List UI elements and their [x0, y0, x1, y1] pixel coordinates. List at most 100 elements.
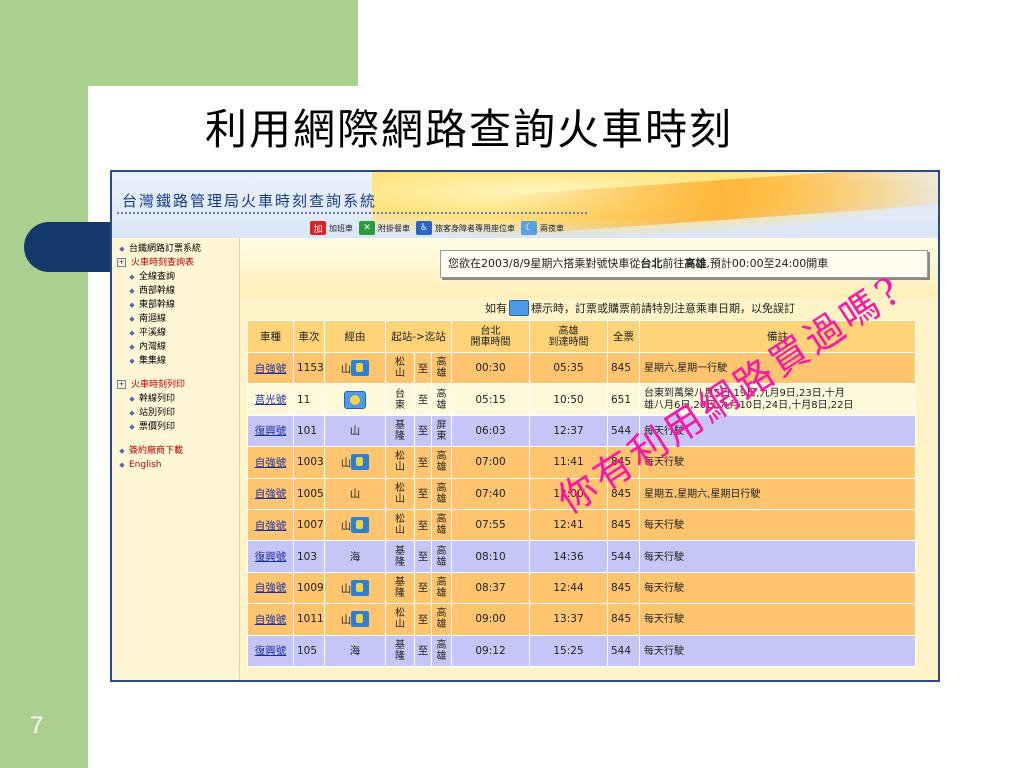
route-to-word: 至: [414, 508, 432, 542]
sidebar-item[interactable]: ◆ 東部幹線: [112, 298, 239, 312]
table-row: 復興號 105 海 基 隆 至高 雄 09:12 15:25 544 每天行駛: [247, 634, 916, 667]
sidebar-item-label: 火車時刻列印: [131, 380, 186, 390]
header-via: 經由: [324, 320, 386, 353]
train-type-link-text[interactable]: 自強號: [255, 614, 287, 626]
route-to-word-text: 至: [417, 488, 429, 501]
sidebar-item[interactable]: ◆ 站別列印: [112, 406, 239, 420]
train-number: 1011: [293, 603, 325, 636]
sidebar-item[interactable]: ◆ 台鐵網路訂票系統: [112, 242, 239, 256]
wheelchair-icon: [351, 517, 370, 534]
sidebar-item[interactable]: ◆ 西部幹線: [112, 284, 239, 298]
sidebar-item-label: 南迴線: [139, 314, 167, 324]
header-arr-text: 高雄 到達時間: [548, 325, 589, 348]
origin-station-text: 基 隆: [395, 419, 405, 442]
train-number: 11: [293, 383, 325, 416]
sidebar-item[interactable]: ◆ 票價列印: [112, 420, 239, 434]
wheelchair-icon: ♿: [416, 221, 432, 235]
route-to-word-text: 至: [417, 613, 429, 626]
train-type-link-text[interactable]: 復興號: [255, 425, 287, 437]
legend-night-train[interactable]: ☾ 兩夜車: [521, 221, 564, 235]
route-to-word-text: 至: [417, 362, 429, 375]
sidebar-item[interactable]: ◆ 集集線: [112, 354, 239, 368]
destination-station-text: 高 雄: [436, 451, 447, 474]
departure-time-text: 07:55: [475, 519, 506, 532]
via-line: 山: [324, 477, 386, 510]
via-line: 海: [324, 540, 386, 573]
route-to-word-text: 至: [417, 425, 429, 438]
bullet-icon: ◆: [129, 287, 135, 295]
sidebar-item[interactable]: + 火車時刻查詢表: [112, 256, 239, 270]
train-type-link-text[interactable]: 復興號: [255, 645, 287, 657]
departure-time: 09:00: [451, 603, 530, 636]
header-route: 起站->迄站: [385, 320, 452, 353]
table-row: 自強號 1009 山 基 隆 至高 雄 08:37 12:44 845 每天行駛: [247, 571, 916, 605]
sidebar-item[interactable]: ◆ 簽約廠商下載: [112, 444, 239, 458]
legend-label: 附掛餐車: [378, 223, 410, 233]
sidebar-item[interactable]: ◆ 南迴線: [112, 312, 239, 326]
departure-time: 08:10: [451, 540, 530, 573]
route-to-word: 至: [414, 446, 432, 479]
departure-time: 05:15: [451, 383, 530, 416]
sidebar-item[interactable]: + 火車時刻列印: [112, 378, 239, 392]
via-line-text: 海: [349, 551, 361, 564]
sidebar-item-label: 平溪線: [139, 328, 167, 338]
train-type-link-text[interactable]: 自強號: [255, 363, 287, 375]
train-number-text: 103: [297, 550, 318, 563]
notice-to: 高雄: [684, 257, 707, 270]
sidebar-item[interactable]: ◆ 內灣線: [112, 340, 239, 354]
train-type-link-text[interactable]: 自強號: [255, 488, 287, 500]
slide-number: 7: [30, 712, 44, 739]
train-number-text: 101: [297, 424, 318, 437]
via-line: 山: [324, 414, 386, 448]
via-line: 山: [324, 446, 386, 479]
train-type-link-text[interactable]: 復興號: [255, 551, 287, 563]
train-type-link-text[interactable]: 自強號: [255, 457, 287, 469]
sidebar-item[interactable]: ◆ English: [112, 458, 239, 472]
destination-station-text: 高 雄: [436, 514, 447, 537]
booking-hint: 如有 標示時，訂票或購票前請特別注意乘車日期，以免誤訂: [485, 300, 795, 316]
sidebar-item-label: 火車時刻查詢表: [131, 258, 195, 268]
origin-station: 基 隆: [385, 571, 415, 605]
departure-time-text: 05:15: [475, 393, 506, 406]
arrival-time: 12:44: [529, 571, 608, 605]
header-arr: 高雄 到達時間: [529, 320, 608, 353]
header-num: 車次: [293, 320, 325, 353]
train-number: 1007: [293, 508, 325, 542]
departure-time-text: 09:00: [475, 613, 506, 626]
via-line-text: 山: [349, 425, 361, 438]
arrival-time-text: 13:37: [553, 613, 584, 626]
wheelchair-icon: [351, 360, 370, 377]
note: 每天行駛: [639, 634, 916, 667]
fare-text: 544: [611, 550, 632, 563]
train-number-text: 1005: [297, 487, 324, 500]
origin-station-text: 基 隆: [395, 545, 405, 568]
fare: 845: [607, 603, 640, 636]
destination-station-text: 高 雄: [436, 576, 447, 599]
sidebar-item[interactable]: ◆ 平溪線: [112, 326, 239, 340]
legend-extra-train[interactable]: 加 加班車: [310, 221, 353, 235]
train-number: 101: [293, 414, 325, 448]
sidebar-item[interactable]: ◆ 全線查詢: [112, 270, 239, 284]
note-text: 每天行駛: [644, 551, 684, 563]
route-to-word-text: 至: [417, 456, 429, 469]
arrival-time: 10:50: [529, 383, 608, 416]
departure-time-text: 07:40: [475, 487, 506, 500]
legend-wheelchair[interactable]: ♿ 旅客身障者專用座位車: [416, 221, 515, 235]
via-line-text: 山: [349, 488, 361, 501]
legend-label: 旅客身障者專用座位車: [435, 223, 515, 233]
note: 每天行駛: [639, 571, 916, 605]
departure-time-text: 09:12: [475, 644, 506, 657]
sidebar-item[interactable]: ◆ 幹線列印: [112, 392, 239, 406]
train-type-link-text[interactable]: 自強號: [255, 582, 287, 594]
train-type-link: 復興號: [247, 414, 294, 448]
legend-dining-car[interactable]: ✕ 附掛餐車: [359, 221, 410, 235]
sidebar-item-label: 站別列印: [139, 408, 176, 418]
train-type-link-text[interactable]: 自強號: [255, 520, 287, 532]
sidebar-item-label: English: [129, 460, 162, 470]
origin-station-text: 基 隆: [395, 576, 405, 599]
via-line: 山: [324, 351, 386, 385]
origin-station-text: 基 隆: [395, 639, 405, 662]
notice-suffix: ,預計00:00至24:00開車: [706, 257, 829, 270]
train-type-link: 自強號: [247, 603, 294, 636]
train-type-link-text[interactable]: 莒光號: [255, 394, 287, 406]
